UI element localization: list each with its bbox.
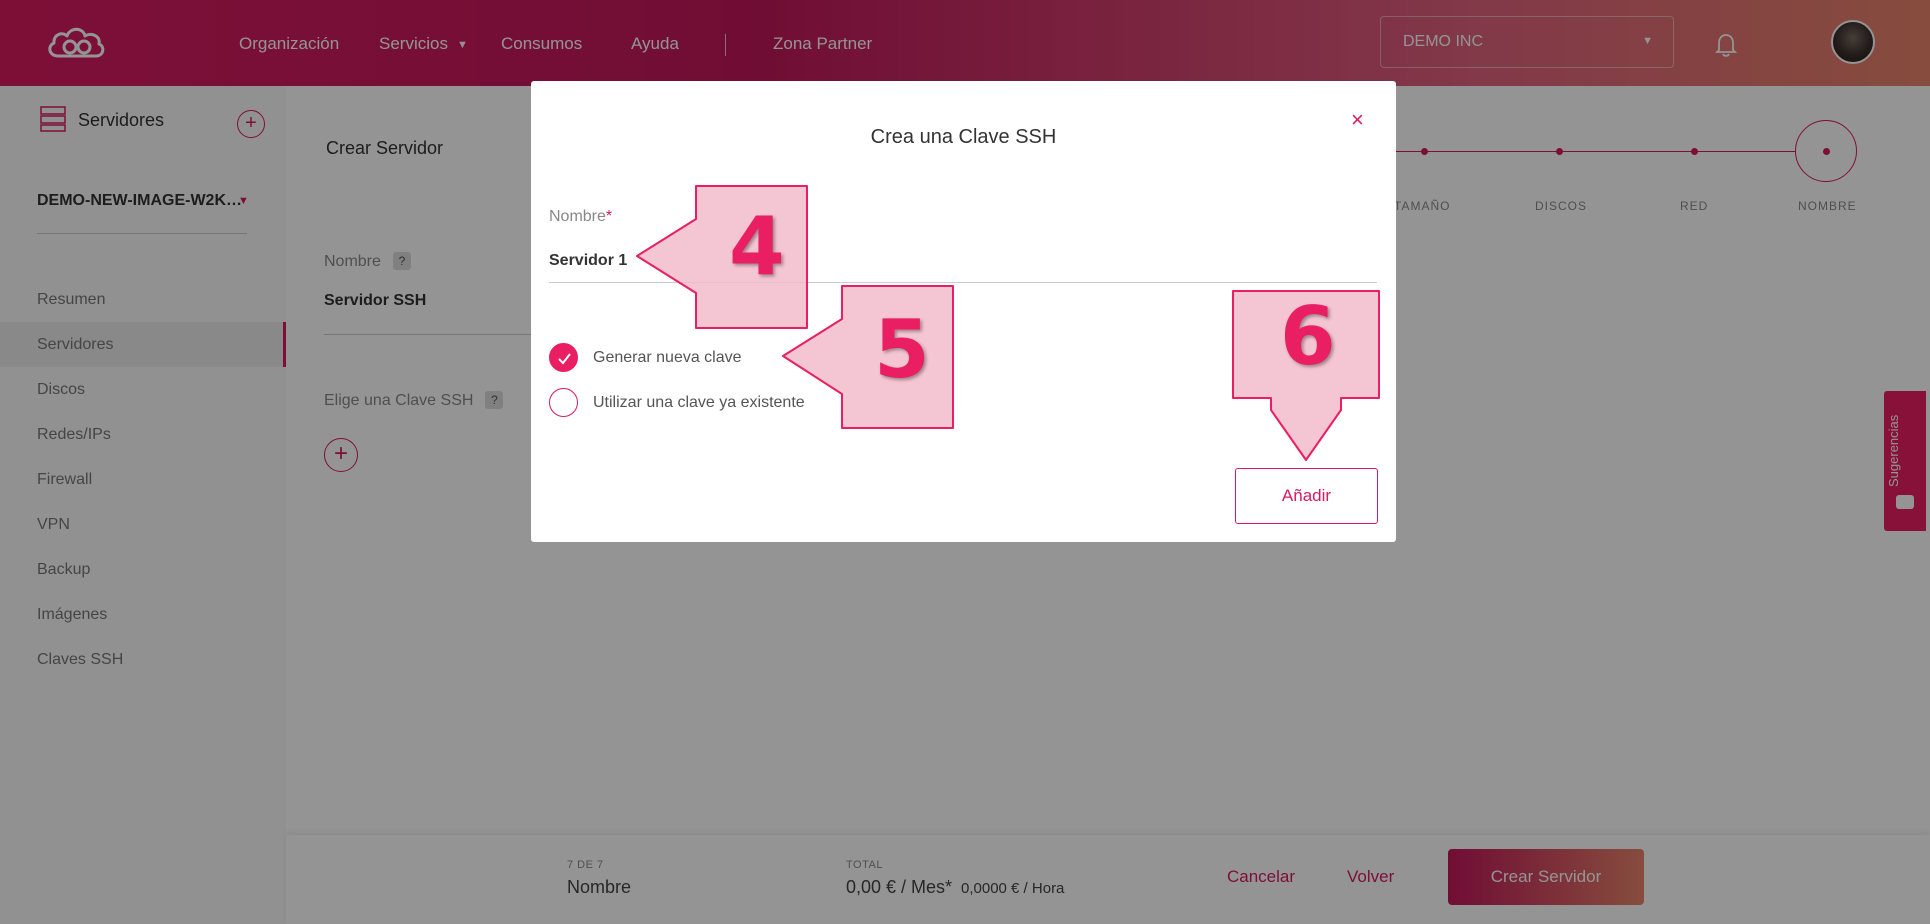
annotation-number-5: 5	[874, 303, 930, 396]
annotation-number-4: 4	[729, 200, 785, 293]
annotation-number-6: 6	[1280, 290, 1336, 383]
radio-unchecked-icon[interactable]	[549, 388, 578, 417]
add-key-button[interactable]: Añadir	[1235, 468, 1378, 524]
modal-name-label: Nombre*	[549, 208, 612, 226]
required-mark: *	[605, 208, 613, 225]
option-label: Utilizar una clave ya existente	[593, 394, 805, 411]
radio-checked-icon[interactable]	[549, 343, 578, 372]
modal-title: Crea una Clave SSH	[870, 126, 1057, 148]
app-window: Organización Servicios ▼ Consumos Ayuda …	[0, 0, 1930, 924]
option-label: Generar nueva clave	[593, 349, 742, 366]
annotation-arrow-left-icon	[782, 285, 954, 429]
close-icon[interactable]: ×	[1351, 107, 1364, 133]
modal-name-label-text: Nombre	[549, 208, 606, 225]
